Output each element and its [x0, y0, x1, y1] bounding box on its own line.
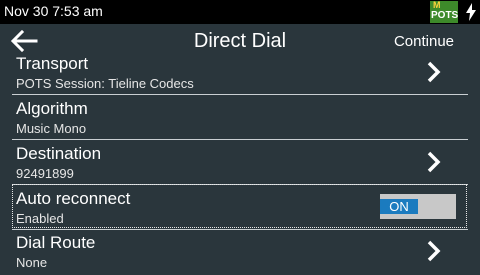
setting-row-algorithm[interactable]: Algorithm Music Mono	[0, 97, 480, 141]
setting-label: Transport	[16, 54, 89, 73]
chevron-right-icon	[427, 151, 441, 173]
setting-label: Dial Route	[16, 233, 96, 252]
status-datetime: Nov 30 7:53 am	[4, 3, 103, 19]
pots-badge-label: POTS	[431, 10, 459, 21]
divider	[12, 94, 468, 95]
setting-value: Music Mono	[16, 121, 87, 136]
setting-value: POTS Session: Tieline Codecs	[16, 76, 194, 91]
setting-value: Enabled	[16, 211, 64, 226]
setting-label: Destination	[16, 144, 102, 163]
setting-row-transport[interactable]: Transport POTS Session: Tieline Codecs	[0, 52, 480, 96]
chevron-right-icon	[427, 240, 441, 262]
chevron-right-icon	[427, 61, 441, 83]
setting-row-destination[interactable]: Destination 92491899	[0, 142, 480, 186]
divider	[12, 139, 468, 140]
continue-button[interactable]: Continue	[394, 33, 454, 50]
pots-badge-m: M	[433, 0, 441, 10]
setting-value: 92491899	[16, 166, 74, 181]
charging-bolt-icon	[466, 3, 476, 21]
divider	[12, 229, 468, 230]
setting-label: Auto reconnect	[16, 189, 131, 208]
setting-label: Algorithm	[16, 99, 88, 118]
setting-value: None	[16, 255, 48, 270]
auto-reconnect-toggle[interactable]: ON	[380, 194, 456, 219]
toggle-on-label: ON	[380, 199, 418, 214]
setting-row-dial-route[interactable]: Dial Route None	[0, 231, 480, 275]
